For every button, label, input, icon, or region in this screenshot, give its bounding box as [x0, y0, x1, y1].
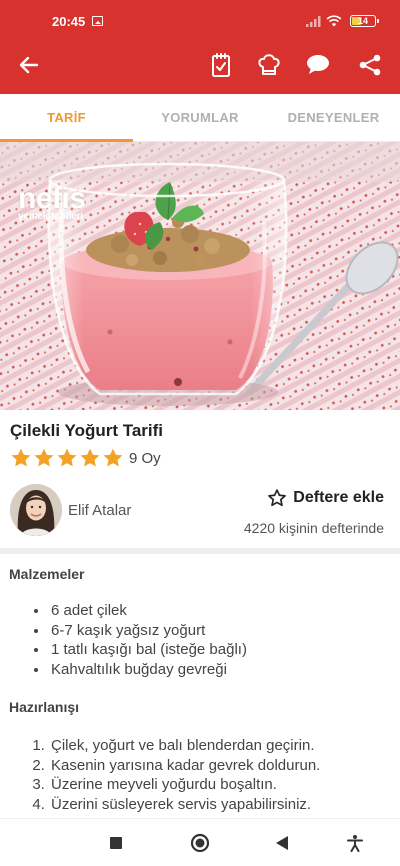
home-button[interactable] — [188, 831, 212, 855]
system-nav-bar — [0, 818, 400, 866]
tab-bar: TARİF YORUMLAR DENEYENLER — [0, 94, 400, 142]
tab-comments[interactable]: YORUMLAR — [133, 94, 267, 142]
tried-it-button[interactable] — [254, 50, 284, 80]
avatar-photo — [10, 484, 62, 536]
tab-recipe[interactable]: TARİF — [0, 94, 133, 142]
star-outline-icon — [268, 489, 287, 507]
recents-button[interactable] — [104, 831, 128, 855]
author-profile[interactable]: Elif Atalar — [10, 484, 131, 536]
status-bar: 20:45 14 — [0, 0, 400, 36]
signal-icon — [306, 16, 321, 27]
comments-button[interactable] — [303, 50, 333, 80]
triangle-back-icon — [276, 836, 288, 850]
recipe-photo[interactable]: nefis yemek tarifleri — [0, 142, 400, 410]
recipe-title: Çilekli Yoğurt Tarifi — [10, 421, 164, 440]
back-nav-button[interactable] — [270, 831, 294, 855]
status-time: 20:45 — [52, 14, 86, 29]
ingredient-item: 6-7 kaşık yağsız yoğurt — [49, 621, 247, 641]
chef-hat-icon — [258, 54, 280, 75]
add-to-notebook-link[interactable]: Deftere ekle — [267, 488, 384, 508]
accessibility-button[interactable] — [343, 831, 367, 855]
section-divider — [0, 548, 400, 554]
ingredients-list: 6 adet çilek 6-7 kaşık yağsız yoğurt 1 t… — [49, 601, 247, 679]
rating[interactable]: 9 Oy — [10, 447, 161, 469]
rating-star-icon — [80, 448, 100, 467]
preparation-step: Kasenin yarısına kadar gevrek doldurun. — [49, 756, 320, 776]
notebook-count: 4220 kişinin defterinde — [243, 520, 384, 536]
accessibility-icon — [347, 835, 363, 852]
rating-star-icon — [11, 448, 31, 467]
ingredient-item: 1 tatlı kaşığı bal (isteğe bağlı) — [49, 640, 247, 660]
battery-level: 14 — [357, 16, 368, 26]
preparation-heading: Hazırlanışı — [9, 699, 80, 715]
preparation-step: Üzerini süsleyerek servis yapabilirsiniz… — [49, 795, 320, 815]
battery-icon: 14 — [350, 15, 379, 27]
preparation-step: Üzerine meyveli yoğurdu boşaltın. — [49, 775, 320, 795]
rating-count: 9 Oy — [129, 449, 161, 467]
wifi-icon — [326, 15, 342, 27]
back-arrow-icon — [19, 56, 39, 74]
tab-tried[interactable]: DENEYENLER — [267, 94, 400, 142]
rating-star-icon — [34, 448, 54, 467]
preparation-steps: Çilek, yoğurt ve balı blenderdan geçirin… — [49, 736, 320, 814]
notebook-check-icon — [212, 53, 230, 77]
ingredients-heading: Malzemeler — [9, 566, 85, 582]
comment-icon — [307, 55, 329, 74]
author-name: Elif Atalar — [68, 501, 132, 519]
gallery-notification-icon — [92, 16, 103, 26]
circle-home-icon — [190, 833, 210, 853]
add-to-notebook-label: Deftere ekle — [293, 489, 384, 506]
square-recents-icon — [110, 837, 122, 849]
rating-star-icon — [57, 448, 77, 467]
avatar — [10, 484, 62, 536]
share-button[interactable] — [355, 50, 385, 80]
preparation-step: Çilek, yoğurt ve balı blenderdan geçirin… — [49, 736, 320, 756]
back-button[interactable] — [14, 50, 44, 80]
rating-star-icon — [103, 448, 123, 467]
ingredient-item: 6 adet çilek — [49, 601, 247, 621]
share-icon — [359, 54, 381, 76]
add-to-notebook-button[interactable] — [206, 50, 236, 80]
rating-stars — [10, 447, 125, 469]
ingredient-item: Kahvaltılık buğday gevreği — [49, 660, 247, 680]
app-bar — [0, 36, 400, 94]
site-logo-watermark: nefis yemek tarifleri — [18, 182, 86, 222]
